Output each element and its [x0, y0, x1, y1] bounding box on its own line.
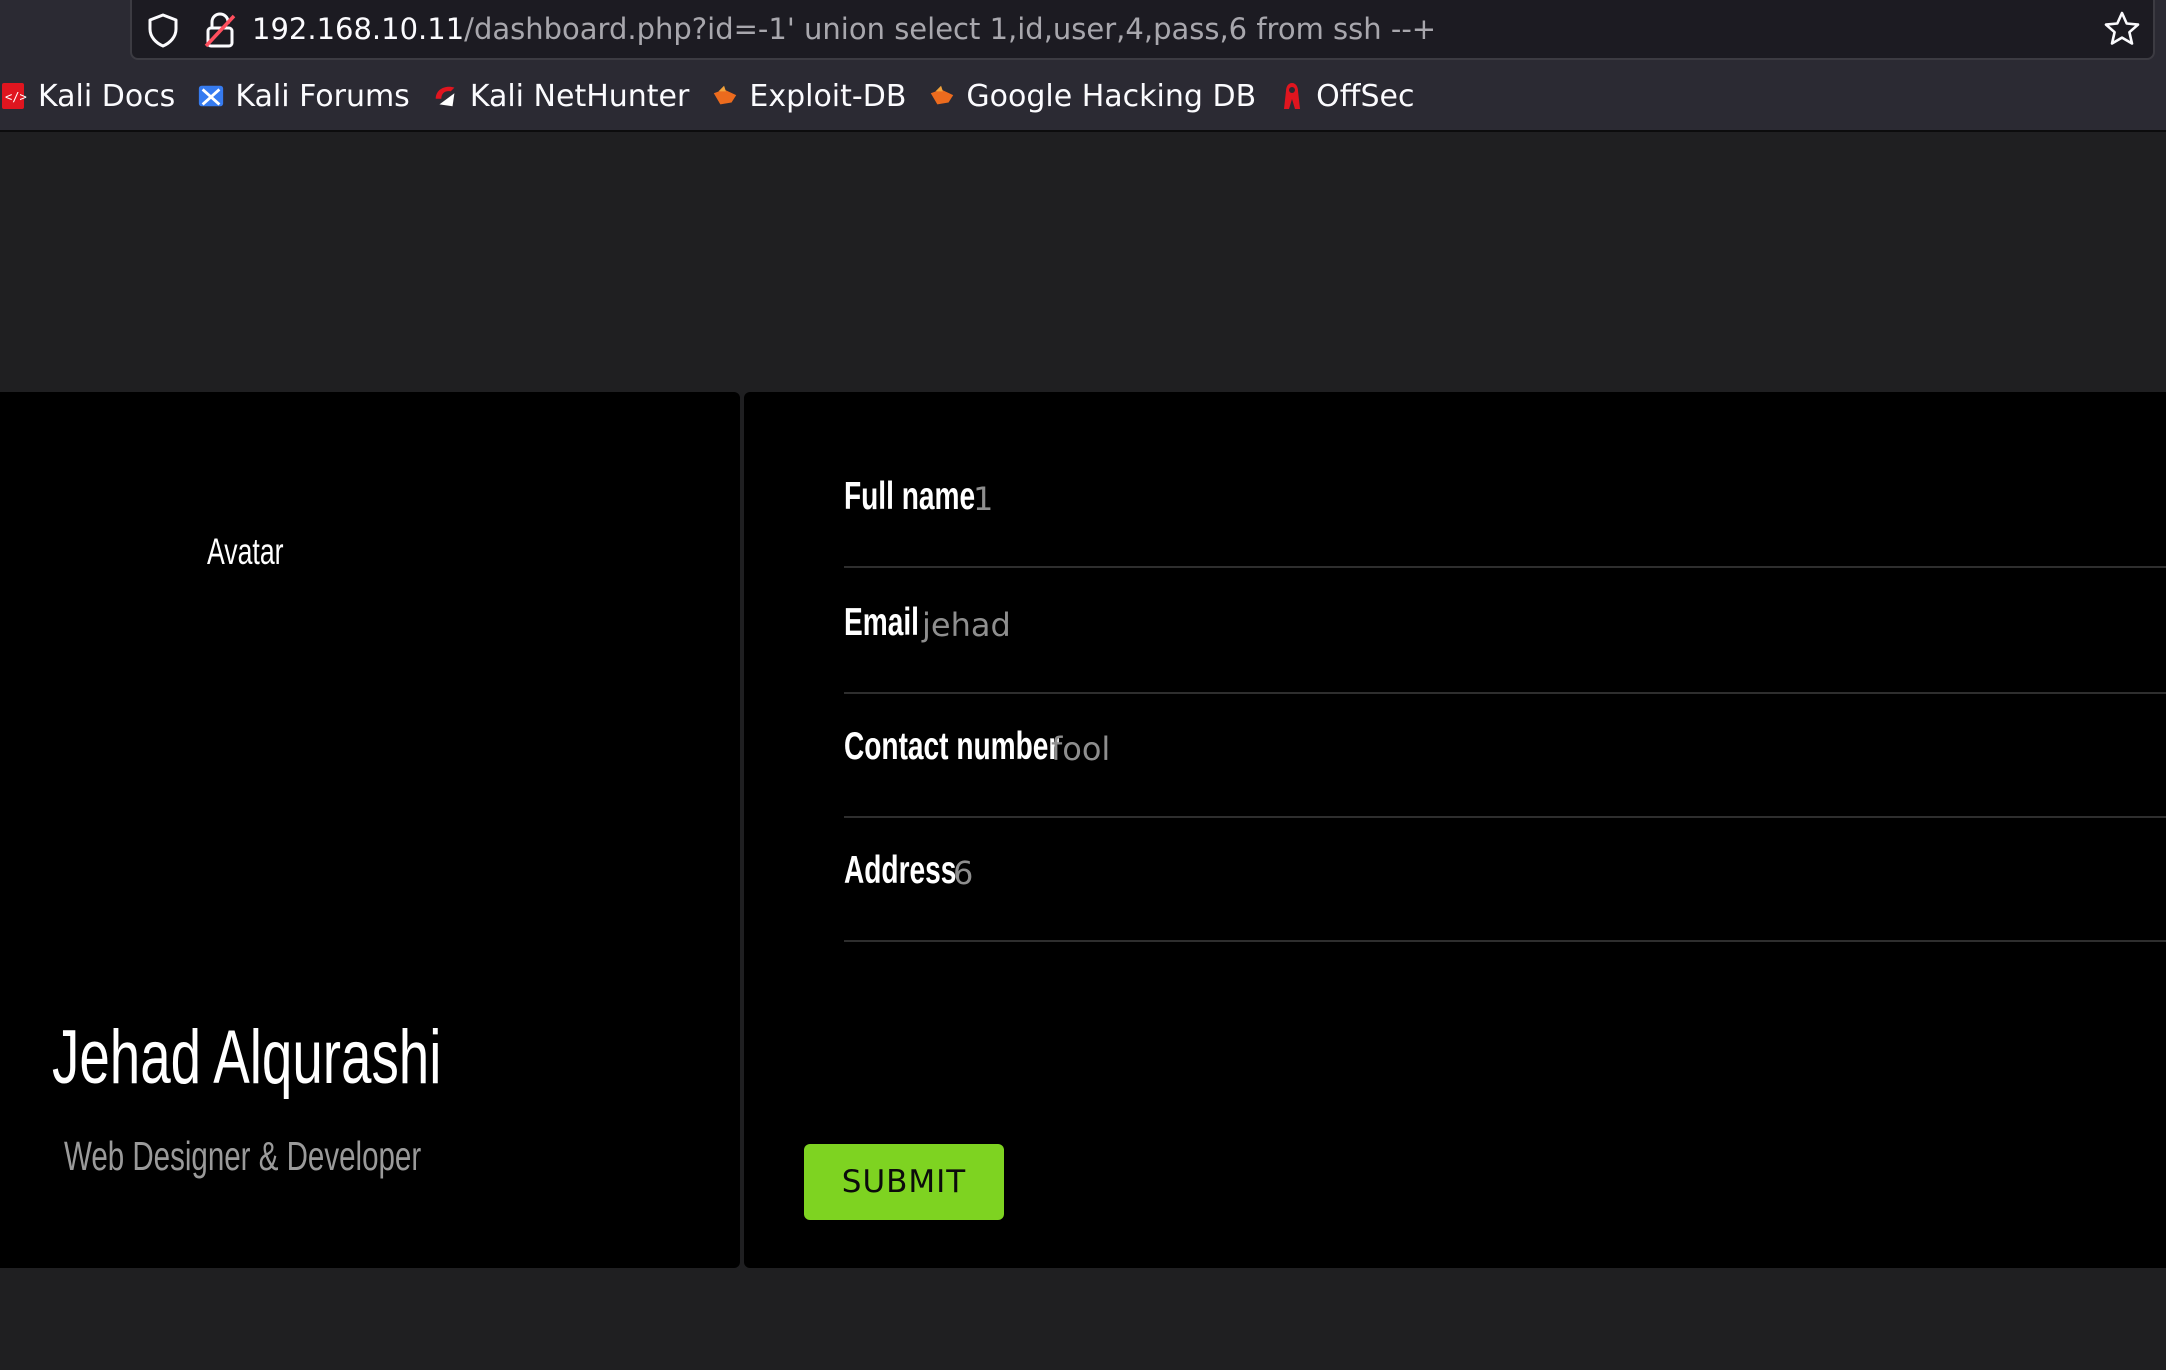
details-card: Full name 1 Email jehad Contact number f… [744, 392, 2166, 1268]
kali-nethunter-icon [435, 86, 455, 107]
profile-name: Jehad Alqurashi [52, 1012, 593, 1101]
url-path: /dashboard.php?id=-1' union select 1,id,… [464, 12, 1437, 46]
kali-docs-icon: </> [2, 83, 27, 109]
bookmark-label: Exploit-DB [749, 78, 907, 114]
tracking-protection-shield-icon[interactable] [146, 12, 180, 48]
full-name-field: Full name 1 [844, 444, 2166, 568]
email-label-text: Email [844, 601, 919, 644]
browser-toolbar: 192.168.10.11/dashboard.php?id=-1' union… [0, 0, 2166, 62]
bookmark-label: Kali Docs [38, 78, 176, 114]
full-name-value: 1 [973, 480, 994, 518]
profile-card: Avatar Jehad Alqurashi Web Designer & De… [0, 392, 740, 1268]
url-text[interactable]: 192.168.10.11/dashboard.php?id=-1' union… [252, 12, 1436, 46]
bookmark-label: Kali Forums [235, 78, 410, 114]
email-value: jehad [922, 606, 1011, 644]
offsec-icon [1284, 83, 1301, 109]
url-host: 192.168.10.11 [252, 12, 465, 46]
svg-text:</>: </> [5, 90, 27, 104]
avatar-image: Avatar [207, 530, 313, 573]
submit-button[interactable]: SUBMIT [804, 1144, 1004, 1220]
ghdb-icon [931, 85, 954, 105]
bookmark-label: OffSec [1316, 78, 1415, 114]
kali-forums-icon [199, 85, 224, 107]
insecure-lock-icon[interactable] [202, 10, 238, 50]
profile-role-text: Web Designer & Developer [64, 1133, 422, 1179]
url-bar[interactable]: 192.168.10.11/dashboard.php?id=-1' union… [130, 0, 2155, 60]
bookmarks-toolbar: </> Kali Docs Kali Forums Kali NetHunter… [0, 62, 2166, 132]
profile-role: Web Designer & Developer [64, 1132, 560, 1180]
bookmark-google-hacking-db[interactable]: Google Hacking DB [928, 71, 1256, 121]
contact-number-value: fool [1051, 730, 1111, 768]
full-name-label: Full name [844, 474, 1026, 519]
bookmark-star-icon[interactable] [2103, 10, 2141, 48]
full-name-label-text: Full name [844, 475, 976, 518]
bookmark-kali-nethunter[interactable]: Kali NetHunter [432, 71, 690, 121]
address-value: 6 [953, 854, 974, 892]
bookmark-offsec[interactable]: OffSec [1278, 71, 1414, 121]
page-content: Avatar Jehad Alqurashi Web Designer & De… [0, 132, 2166, 1370]
bookmark-label: Kali NetHunter [469, 78, 690, 114]
exploit-db-icon [714, 85, 737, 105]
bookmark-label: Google Hacking DB [966, 78, 1257, 114]
bookmark-exploit-db[interactable]: Exploit-DB [711, 71, 906, 121]
bookmark-kali-forums[interactable]: Kali Forums [197, 71, 410, 121]
bookmark-kali-docs[interactable]: </> Kali Docs [0, 71, 175, 121]
address-label: Address [844, 848, 1000, 893]
contact-number-label-text: Contact number [844, 725, 1060, 768]
contact-number-field: Contact number fool [844, 694, 2166, 818]
email-field: Email jehad [844, 570, 2166, 694]
avatar-alt-text: Avatar [207, 531, 284, 572]
address-label-text: Address [844, 849, 957, 892]
address-field: Address 6 [844, 818, 2166, 942]
profile-name-text: Jehad Alqurashi [52, 1015, 442, 1100]
